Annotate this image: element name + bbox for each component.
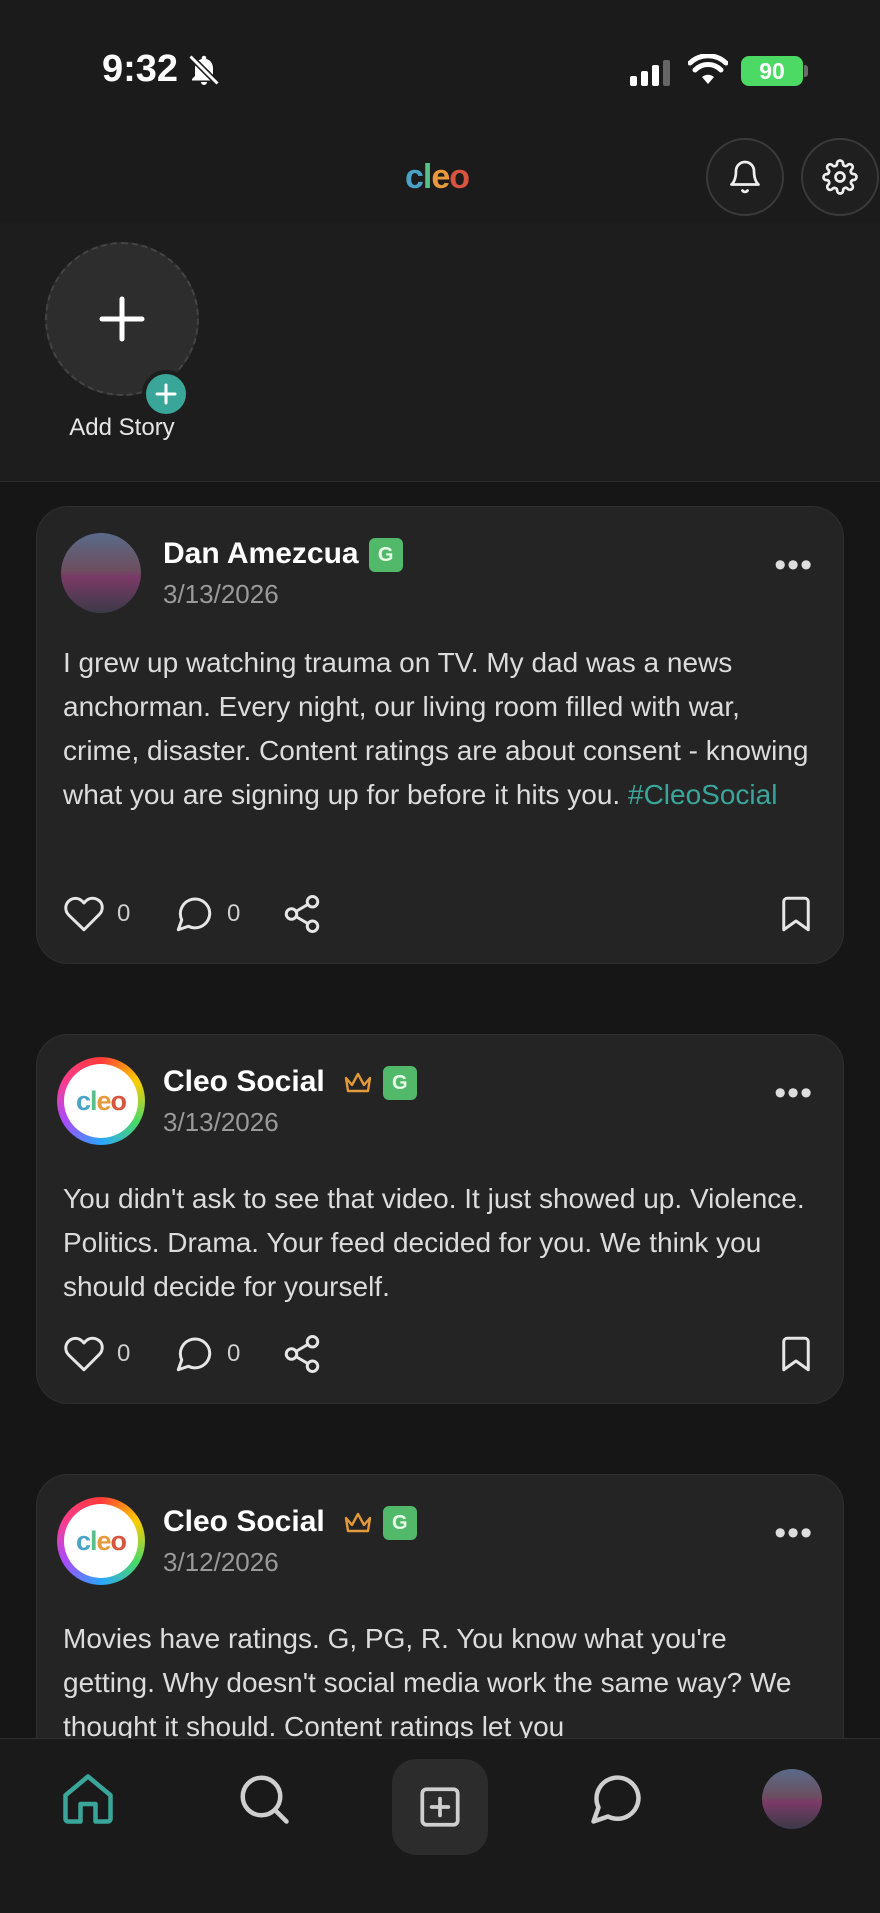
post-author[interactable]: Cleo Social G: [163, 1065, 417, 1101]
post-card[interactable]: Dan Amezcua G 3/13/2026 ••• I grew up wat…: [36, 506, 844, 964]
app-header: cleo: [0, 130, 880, 222]
author-name[interactable]: Cleo Social: [163, 1505, 325, 1538]
cellular-signal-icon: [630, 60, 670, 86]
comment-button[interactable]: 0: [173, 893, 240, 935]
notifications-button[interactable]: [706, 138, 784, 216]
rating-badge: G: [382, 1506, 417, 1541]
share-button[interactable]: [281, 893, 323, 935]
status-time: 9:32: [102, 48, 179, 90]
create-post-icon: [420, 1787, 460, 1827]
heart-icon: [64, 896, 104, 932]
share-icon: [284, 895, 320, 933]
post-text: You didn't ask to see that video. It jus…: [63, 1183, 805, 1302]
author-avatar[interactable]: cleo: [57, 1057, 145, 1145]
post-actions: 0 0: [63, 1333, 817, 1377]
comment-count: 0: [227, 900, 241, 927]
post-date: 3/13/2026: [163, 1107, 279, 1137]
plus-icon: [99, 296, 145, 342]
battery-nub: [804, 65, 808, 77]
share-button[interactable]: [281, 1333, 323, 1375]
status-bar: 9:32 90: [0, 0, 880, 130]
comment-count: 0: [227, 1340, 241, 1367]
post-date: 3/12/2026: [163, 1547, 279, 1577]
author-name[interactable]: Dan Amezcua: [163, 537, 359, 570]
settings-button[interactable]: [801, 138, 879, 216]
gear-icon: [822, 159, 858, 195]
comment-icon: [176, 897, 212, 932]
chat-icon: [591, 1775, 641, 1824]
stories-bar: Add Story: [0, 222, 880, 482]
silent-bell-icon: [188, 54, 220, 86]
post-date: 3/13/2026: [163, 579, 279, 609]
like-button[interactable]: 0: [63, 893, 130, 935]
bookmark-icon: [782, 896, 810, 932]
bookmark-button[interactable]: [775, 1333, 817, 1375]
author-avatar[interactable]: cleo: [57, 1497, 145, 1585]
crown-icon: [344, 1512, 371, 1533]
more-options-button[interactable]: •••: [774, 1076, 813, 1110]
cleo-logo[interactable]: cleo: [405, 158, 470, 197]
search-icon: [240, 1775, 289, 1824]
nav-search[interactable]: [234, 1769, 294, 1834]
wifi-icon: [688, 54, 728, 84]
bookmark-button[interactable]: [775, 893, 817, 935]
like-count: 0: [117, 1340, 131, 1367]
post-author[interactable]: Cleo Social G: [163, 1505, 417, 1541]
heart-icon: [64, 1336, 104, 1372]
bookmark-icon: [782, 1336, 810, 1372]
profile-avatar[interactable]: [762, 1769, 822, 1829]
like-button[interactable]: 0: [63, 1333, 130, 1375]
crown-icon: [344, 1072, 371, 1093]
post-text: I grew up watching trauma on TV. My dad …: [63, 641, 817, 817]
post-author[interactable]: Dan Amezcua G: [163, 537, 403, 573]
rating-badge: G: [368, 538, 403, 573]
cleo-avatar-logo: cleo: [64, 1064, 138, 1138]
post-actions: 0 0: [63, 893, 817, 937]
hashtag-link[interactable]: #CleoSocial: [628, 779, 777, 810]
bottom-nav: [0, 1738, 880, 1913]
nav-messages[interactable]: [586, 1769, 646, 1834]
comment-icon: [176, 1337, 212, 1372]
post-card[interactable]: cleo Cleo Social G 3/13/2026 ••• You didn…: [36, 1034, 844, 1404]
nav-create-post[interactable]: [392, 1759, 488, 1855]
battery-indicator: 90: [741, 56, 803, 86]
post-text: Movies have ratings. G, PG, R. You know …: [63, 1623, 792, 1742]
rating-badge: G: [382, 1066, 417, 1101]
add-story-badge[interactable]: [142, 370, 190, 418]
like-count: 0: [117, 900, 131, 927]
author-avatar[interactable]: [61, 533, 141, 613]
author-name[interactable]: Cleo Social: [163, 1065, 325, 1098]
nav-home[interactable]: [58, 1769, 118, 1834]
comment-button[interactable]: 0: [173, 1333, 240, 1375]
more-options-button[interactable]: •••: [774, 548, 813, 582]
share-icon: [284, 1335, 320, 1373]
plus-small-icon: [155, 383, 177, 405]
home-icon: [63, 1774, 113, 1824]
more-options-button[interactable]: •••: [774, 1516, 813, 1550]
bell-icon: [730, 160, 760, 194]
add-story-label: Add Story: [69, 414, 175, 441]
cleo-avatar-logo: cleo: [64, 1504, 138, 1578]
